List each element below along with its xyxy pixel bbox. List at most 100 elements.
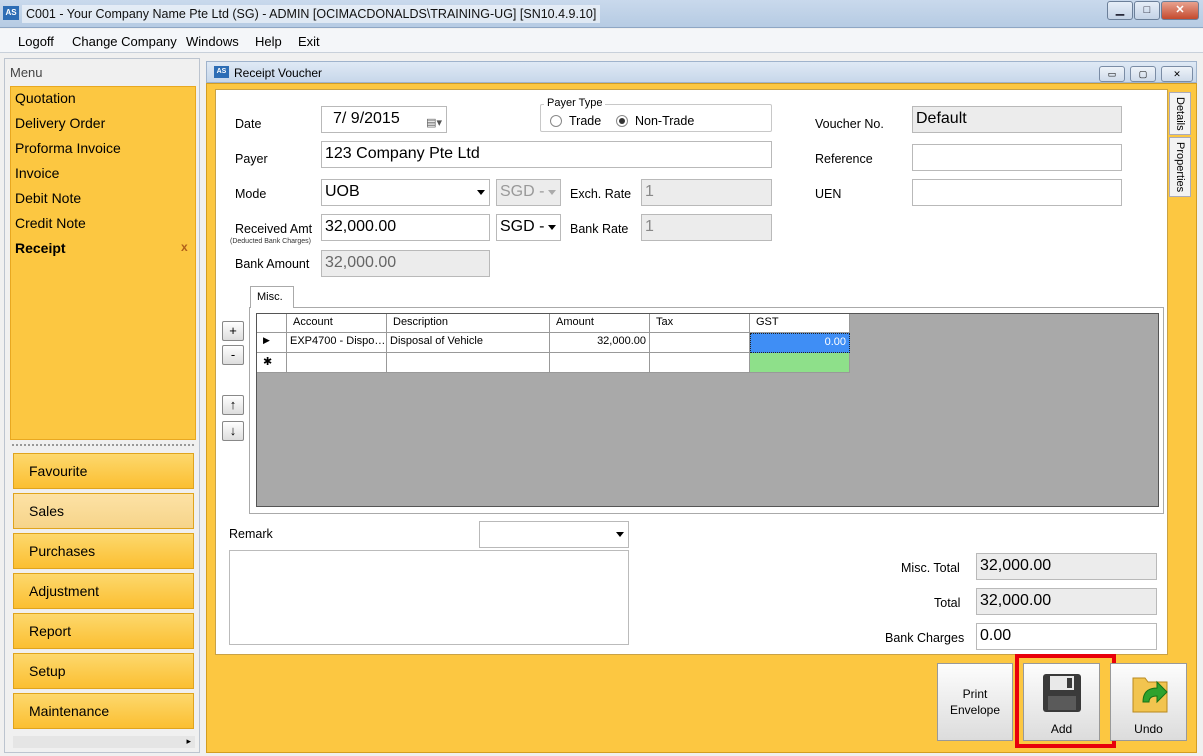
add-button-highlight xyxy=(1015,654,1116,748)
remove-row-button[interactable]: - xyxy=(222,345,244,365)
menu-logoff[interactable]: Logoff xyxy=(18,34,54,49)
nav-item-invoice[interactable]: Invoice xyxy=(15,165,59,181)
window-title: C001 - Your Company Name Pte Ltd (SG) - … xyxy=(22,5,601,23)
chevron-down-icon[interactable] xyxy=(616,532,624,537)
mode-select[interactable]: UOB xyxy=(321,179,490,206)
new-cell-gst[interactable] xyxy=(750,353,850,373)
menu-bar xyxy=(0,29,1203,53)
cell-gst[interactable]: 0.00 xyxy=(750,333,850,353)
window-minimize-button[interactable]: ▁ xyxy=(1107,1,1133,20)
total-field: 32,000.00 xyxy=(976,588,1157,615)
new-cell-description[interactable] xyxy=(387,353,550,373)
section-purchases[interactable]: Purchases xyxy=(13,533,194,569)
nav-header: Menu xyxy=(10,65,43,80)
inner-minimize-button[interactable]: ▭ xyxy=(1099,66,1125,82)
nav-item-debit-note[interactable]: Debit Note xyxy=(15,190,81,206)
payer-label: Payer xyxy=(235,152,268,166)
cell-description[interactable]: Disposal of Vehicle xyxy=(387,333,550,353)
uen-label: UEN xyxy=(815,187,842,201)
section-adjustment[interactable]: Adjustment xyxy=(13,573,194,609)
voucher-no-field[interactable]: Default xyxy=(912,106,1122,133)
payer-field[interactable]: 123 Company Pte Ltd xyxy=(321,141,772,168)
chevron-down-icon[interactable] xyxy=(477,190,485,195)
tab-properties[interactable]: Properties xyxy=(1169,137,1191,197)
row-indicator-icon[interactable]: ▶ xyxy=(257,333,287,353)
undo-button[interactable]: Undo xyxy=(1110,663,1187,741)
bank-amount-label: Bank Amount xyxy=(235,257,310,271)
chevron-down-icon xyxy=(548,190,556,195)
section-sales[interactable]: Sales xyxy=(13,493,194,529)
radio-non-trade[interactable] xyxy=(616,115,628,127)
menu-help[interactable]: Help xyxy=(255,34,282,49)
misc-total-label: Misc. Total xyxy=(901,561,960,575)
column-header-account[interactable]: Account xyxy=(287,314,387,333)
reference-field[interactable] xyxy=(912,144,1122,171)
window-maximize-button[interactable]: □ xyxy=(1134,1,1160,20)
section-report[interactable]: Report xyxy=(13,613,194,649)
section-setup[interactable]: Setup xyxy=(13,653,194,689)
inner-close-button[interactable]: ✕ xyxy=(1161,66,1193,82)
move-down-button[interactable]: ↓ xyxy=(222,421,244,441)
new-cell-account[interactable] xyxy=(287,353,387,373)
calendar-icon[interactable]: ▤▾ xyxy=(426,111,442,135)
nav-splitter[interactable] xyxy=(12,444,194,448)
date-picker[interactable]: 7/ 9/2015 ▤▾ xyxy=(321,106,447,133)
mode-value: UOB xyxy=(325,183,360,200)
column-header-description[interactable]: Description xyxy=(387,314,550,333)
new-cell-tax[interactable] xyxy=(650,353,750,373)
section-favourite[interactable]: Favourite xyxy=(13,453,194,489)
add-row-button[interactable]: + xyxy=(222,321,244,341)
undo-button-label: Undo xyxy=(1134,722,1163,736)
nav-item-proforma-invoice[interactable]: Proforma Invoice xyxy=(15,140,121,156)
new-cell-amount[interactable] xyxy=(550,353,650,373)
reference-label: Reference xyxy=(815,152,873,166)
menu-change-company[interactable]: Change Company xyxy=(72,34,177,49)
mode-currency-select: SGD - xyxy=(496,179,561,206)
received-amt-field[interactable]: 32,000.00 xyxy=(321,214,490,241)
mode-currency-value: SGD - xyxy=(500,183,545,200)
scroll-right-icon[interactable]: ▸ xyxy=(186,736,191,747)
received-currency-value: SGD - xyxy=(500,218,545,235)
column-header-amount[interactable]: Amount xyxy=(550,314,650,333)
column-header-tax[interactable]: Tax xyxy=(650,314,750,333)
menu-exit[interactable]: Exit xyxy=(298,34,320,49)
menu-windows[interactable]: Windows xyxy=(186,34,239,49)
cell-account[interactable]: EXP4700 - Dispo… xyxy=(287,333,387,353)
new-row-indicator-icon[interactable]: ✱ xyxy=(257,353,287,373)
voucher-no-label: Voucher No. xyxy=(815,117,884,131)
exch-rate-label: Exch. Rate xyxy=(570,187,632,201)
total-label: Total xyxy=(934,596,961,610)
inner-maximize-button[interactable]: ▢ xyxy=(1130,66,1156,82)
received-currency-select[interactable]: SGD - xyxy=(496,214,561,241)
radio-trade[interactable] xyxy=(550,115,562,127)
received-amt-sublabel: (Deducted Bank Charges) xyxy=(230,238,311,245)
nav-item-credit-note[interactable]: Credit Note xyxy=(15,215,86,231)
nav-scrollbar[interactable]: ▸ xyxy=(13,736,195,748)
remark-template-select[interactable] xyxy=(479,521,629,548)
remark-textarea[interactable] xyxy=(229,550,629,645)
window-close-button[interactable]: ✕ xyxy=(1161,1,1199,20)
print-envelope-button[interactable]: Print Envelope xyxy=(937,663,1013,741)
radio-trade-label[interactable]: Trade xyxy=(569,114,601,128)
date-label: Date xyxy=(235,117,262,131)
nav-item-delivery-order[interactable]: Delivery Order xyxy=(15,115,105,131)
cell-tax[interactable] xyxy=(650,333,750,353)
nav-close-receipt-icon[interactable]: x xyxy=(181,240,188,254)
receipt-voucher-icon: AS xyxy=(214,66,229,78)
inner-window-title-bar xyxy=(206,61,1197,83)
column-header-gst[interactable]: GST xyxy=(750,314,850,333)
move-up-button[interactable]: ↑ xyxy=(222,395,244,415)
nav-item-receipt[interactable]: Receipt xyxy=(15,240,66,256)
radio-non-trade-label[interactable]: Non-Trade xyxy=(635,114,694,128)
section-maintenance[interactable]: Maintenance xyxy=(13,693,194,729)
grid-corner xyxy=(257,314,287,333)
nav-item-quotation[interactable]: Quotation xyxy=(15,90,76,106)
uen-field[interactable] xyxy=(912,179,1122,206)
cell-amount[interactable]: 32,000.00 xyxy=(550,333,650,353)
chevron-down-icon[interactable] xyxy=(548,225,556,230)
bank-charges-field[interactable]: 0.00 xyxy=(976,623,1157,650)
bank-amount-field: 32,000.00 xyxy=(321,250,490,277)
tab-details[interactable]: Details xyxy=(1169,92,1191,135)
tab-misc[interactable]: Misc. xyxy=(250,286,294,308)
app-icon: AS xyxy=(3,6,19,20)
